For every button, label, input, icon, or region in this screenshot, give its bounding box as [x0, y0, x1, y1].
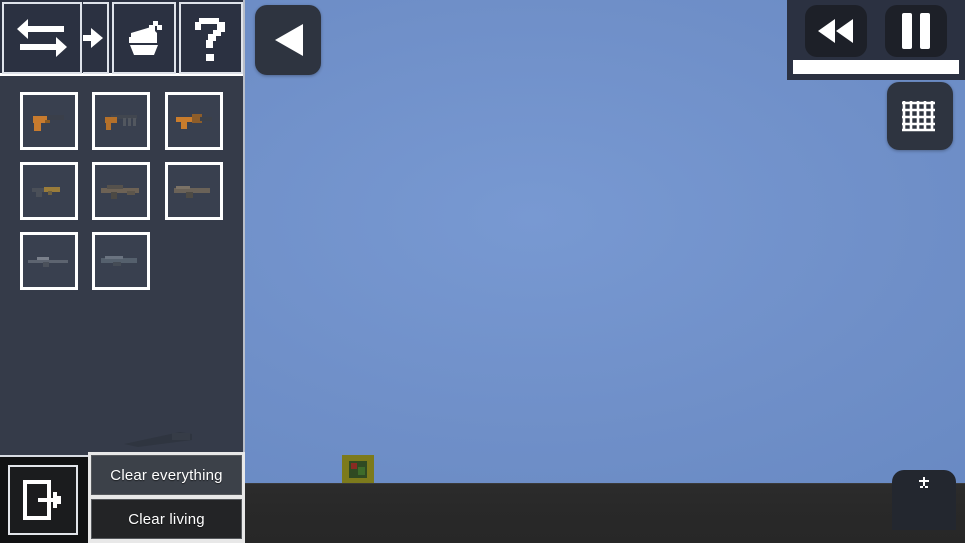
game-world[interactable]: [245, 0, 965, 543]
playback-controls: [787, 0, 965, 80]
help-tool-button[interactable]: [179, 2, 243, 74]
paint-bucket-icon: [129, 21, 162, 55]
pause-button[interactable]: [885, 5, 947, 57]
revolver-icon: [175, 114, 212, 129]
weapon-slot-5[interactable]: [92, 162, 151, 220]
app-root: Clear everything Clear living: [0, 0, 965, 543]
exit-button[interactable]: [8, 465, 78, 535]
rifle-icon: [124, 432, 192, 447]
rewind-icon: [818, 19, 853, 43]
swap-tool-button[interactable]: [2, 2, 82, 74]
shotgun-icon: [173, 186, 210, 198]
anchor-icon: [919, 477, 929, 488]
weapon-slot-3[interactable]: [164, 92, 223, 150]
arrow-tool-button[interactable]: [83, 2, 109, 74]
weapon-slot-6[interactable]: [164, 162, 223, 220]
ground-surface: [245, 483, 965, 543]
sniper-rifle-icon: [28, 257, 68, 267]
grid-toggle-button[interactable]: [887, 82, 953, 150]
fill-tool-button[interactable]: [112, 2, 176, 74]
green-crate[interactable]: [338, 455, 378, 485]
pause-bar-right: [920, 13, 930, 49]
machine-gun-icon: [101, 256, 138, 266]
weapon-slot-1[interactable]: [20, 92, 78, 150]
dragged-weapon-sprite[interactable]: [118, 430, 198, 450]
bottom-right-panel-handle[interactable]: [892, 470, 956, 530]
clear-everything-button[interactable]: Clear everything: [91, 455, 242, 495]
pause-bar-left: [902, 13, 912, 49]
exit-door-icon: [23, 480, 61, 520]
timeline-bar[interactable]: [793, 60, 959, 74]
assault-rifle-icon: [101, 185, 140, 199]
crate-marker-green: [358, 467, 365, 475]
weapon-slot-4[interactable]: [20, 162, 78, 220]
clear-living-button[interactable]: Clear living: [91, 499, 242, 539]
question-mark-icon: [195, 18, 225, 61]
carbine-icon: [32, 187, 60, 197]
grid-mesh-icon: [902, 101, 935, 132]
crate-marker-red: [351, 463, 357, 469]
weapon-slot-2[interactable]: [92, 92, 151, 150]
pistol-icon: [33, 115, 64, 131]
back-button[interactable]: [255, 5, 321, 75]
clear-actions-panel: Clear everything Clear living: [88, 452, 245, 543]
smg-icon: [105, 115, 138, 130]
weapon-slot-7[interactable]: [20, 232, 78, 290]
tool-toolbar: [0, 0, 243, 76]
weapon-grid: [0, 76, 243, 302]
arrow-right-icon: [83, 28, 103, 48]
weapon-slot-8[interactable]: [92, 232, 151, 290]
swap-arrows-icon: [17, 19, 67, 57]
rewind-button[interactable]: [805, 5, 867, 57]
play-left-triangle-icon: [275, 24, 303, 56]
left-sidebar: Clear everything Clear living: [0, 0, 245, 543]
pause-icon: [898, 13, 934, 49]
